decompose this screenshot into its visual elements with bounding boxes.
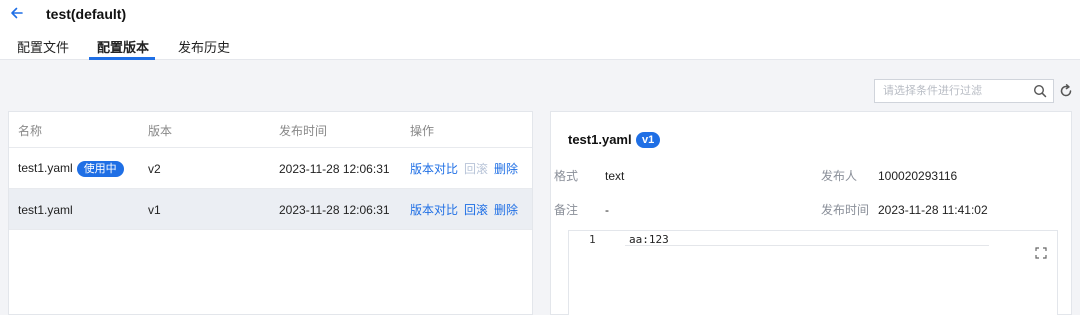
remark-value: - — [605, 203, 609, 217]
tab-config-files[interactable]: 配置文件 — [17, 40, 69, 56]
table-header: 名称 版本 发布时间 操作 — [9, 112, 532, 148]
actions-cell: 版本对比 回滚 删除 — [410, 203, 524, 217]
version-badge: v1 — [636, 132, 661, 148]
code-viewer[interactable]: 1 aa:123 — [568, 230, 1058, 315]
publisher-value: 100020293116 — [878, 169, 958, 183]
column-header-publish-time: 发布时间 — [279, 124, 328, 138]
compare-version-link[interactable]: 版本对比 — [410, 203, 458, 217]
current-line-highlight — [625, 245, 989, 246]
code-line: aa:123 — [629, 233, 669, 246]
format-value: text — [605, 169, 625, 183]
line-gutter — [569, 231, 605, 315]
version-cell: v1 — [148, 203, 161, 217]
name-cell: test1.yaml 使用中 — [18, 161, 124, 177]
remark-label: 备注 — [554, 203, 579, 217]
line-number: 1 — [589, 233, 596, 246]
tab-config-versions[interactable]: 配置版本 — [97, 40, 149, 56]
version-table: 名称 版本 发布时间 操作 test1.yaml 使用中 v2 2023-11-2… — [8, 111, 533, 315]
rollback-link: 回滚 — [464, 162, 489, 176]
delete-link[interactable]: 删除 — [494, 162, 518, 176]
top-bar: test(default) 配置文件 配置版本 发布历史 — [0, 0, 1080, 60]
filter-input[interactable] — [875, 80, 1027, 102]
search-icon[interactable] — [1033, 84, 1047, 98]
column-header-actions: 操作 — [410, 124, 435, 138]
compare-version-link[interactable]: 版本对比 — [410, 162, 458, 176]
tab-publish-history[interactable]: 发布历史 — [178, 40, 230, 56]
actions-cell: 版本对比 回滚 删除 — [410, 162, 524, 176]
active-tab-indicator — [89, 57, 155, 60]
publish-time-cell: 2023-11-28 12:06:31 — [279, 162, 390, 176]
version-detail-panel: test1.yaml v1 格式 text 发布人 100020293116 备… — [550, 111, 1072, 315]
table-row[interactable]: test1.yaml v1 2023-11-28 12:06:31 版本对比 回滚… — [9, 189, 532, 230]
back-arrow-icon[interactable] — [9, 5, 25, 21]
file-name: test1.yaml — [18, 203, 73, 217]
in-use-badge: 使用中 — [76, 161, 124, 177]
rollback-link[interactable]: 回滚 — [464, 203, 488, 217]
fullscreen-icon[interactable] — [1035, 247, 1047, 259]
delete-link[interactable]: 删除 — [494, 203, 518, 217]
refresh-icon[interactable] — [1058, 83, 1074, 99]
detail-title: test1.yaml — [568, 132, 632, 147]
page-title: test(default) — [46, 6, 127, 22]
column-header-version: 版本 — [148, 124, 173, 138]
publisher-label: 发布人 — [821, 169, 858, 183]
column-header-name: 名称 — [18, 124, 43, 138]
filter-box — [874, 79, 1054, 103]
publish-time-value: 2023-11-28 11:41:02 — [878, 203, 988, 217]
format-label: 格式 — [554, 169, 579, 183]
publish-time-label: 发布时间 — [821, 203, 870, 217]
publish-time-cell: 2023-11-28 12:06:31 — [279, 203, 390, 217]
table-row[interactable]: test1.yaml 使用中 v2 2023-11-28 12:06:31 版本对… — [9, 148, 532, 189]
file-name: test1.yaml — [18, 161, 73, 175]
version-cell: v2 — [148, 162, 161, 176]
